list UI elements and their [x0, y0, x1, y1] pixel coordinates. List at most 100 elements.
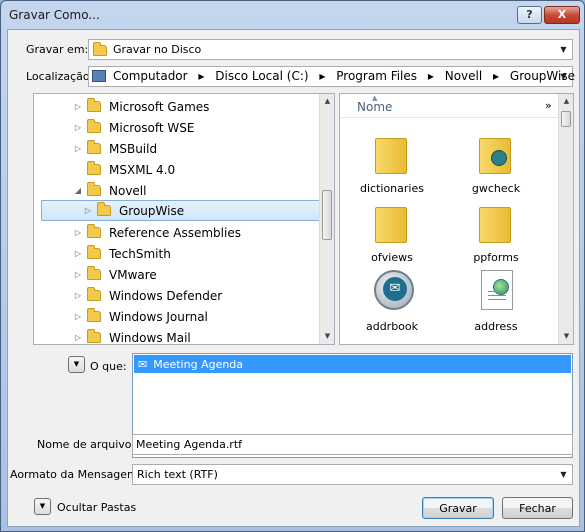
tree-item-label: MSXML 4.0	[109, 162, 176, 177]
tree-item[interactable]: ◢ Novell	[34, 180, 314, 201]
chevron-right-icon[interactable]: ▸	[198, 69, 204, 83]
chevron-down-icon[interactable]: ▼	[555, 40, 572, 59]
envelope-icon: ✉	[138, 357, 148, 371]
file-item-label: ppforms	[473, 251, 519, 264]
folder-tree: ▷ Microsoft Games ▷ Microsoft WSE ▷ MSBu…	[33, 93, 335, 345]
tree-item[interactable]: ▷ Microsoft Games	[34, 96, 314, 117]
tree-item-selected[interactable]: ▷ GroupWise	[41, 200, 325, 221]
filename-input[interactable]: Meeting Agenda.rtf	[132, 434, 573, 455]
folder-disc-icon	[475, 128, 517, 176]
save-button[interactable]: Gravar	[422, 497, 494, 519]
expand-icon[interactable]: ▷	[71, 102, 85, 111]
folder-icon	[87, 308, 101, 322]
scroll-up-icon[interactable]: ▲	[320, 94, 334, 109]
tree-item-label: Windows Mail	[109, 330, 191, 345]
scroll-thumb[interactable]	[561, 111, 571, 127]
folder-icon	[87, 329, 101, 343]
tree-item[interactable]: ▷ Windows Journal	[34, 306, 314, 327]
tree-item-label: Windows Defender	[109, 288, 223, 303]
scroll-down-icon[interactable]: ▼	[559, 329, 573, 344]
dialog-body: Gravar em: Gravar no Disco ▼ Localização…	[7, 29, 580, 527]
expand-icon[interactable]: ▷	[71, 249, 85, 258]
more-columns-icon[interactable]: »	[545, 99, 552, 112]
folder-icon	[87, 224, 101, 238]
tree-item[interactable]: ▷ Windows Defender	[34, 285, 314, 306]
chevron-down-icon[interactable]: ▼	[555, 67, 572, 86]
what-label: O que:	[90, 360, 127, 373]
what-toggle-button[interactable]: ▼	[68, 356, 85, 373]
folder-icon	[87, 182, 101, 196]
tree-item[interactable]: ▷ Windows Mail	[34, 327, 314, 345]
hide-folders-toggle[interactable]: ▼	[34, 498, 51, 515]
title-bar[interactable]: Gravar Como... ? X	[1, 1, 584, 29]
chevron-right-icon[interactable]: ▸	[493, 69, 499, 83]
save-as-dialog: Gravar Como... ? X Gravar em: Gravar no …	[0, 0, 585, 532]
what-item-label: Meeting Agenda	[153, 357, 244, 371]
addrbook-icon	[371, 266, 414, 314]
tree-item[interactable]: ▷ Reference Assemblies	[34, 222, 314, 243]
expand-icon[interactable]: ▷	[71, 333, 85, 342]
filename-label: Nome de arquivo:	[37, 438, 136, 451]
expand-icon[interactable]: ▷	[71, 312, 85, 321]
scroll-down-icon[interactable]: ▼	[320, 329, 334, 344]
chevron-right-icon[interactable]: ▸	[319, 69, 325, 83]
file-view: Nome ▲ » dictionaries gwcheck ofviews pp…	[339, 93, 574, 345]
tree-item-label: TechSmith	[109, 246, 171, 261]
tree-item[interactable]: ▷ TechSmith	[34, 243, 314, 264]
breadcrumb-item[interactable]: Novell	[445, 69, 482, 83]
chevron-down-icon: ▼	[73, 360, 80, 368]
sort-up-icon: ▲	[372, 94, 378, 102]
files-scrollbar[interactable]: ▲ ▼	[558, 94, 573, 344]
chevron-down-icon[interactable]: ▼	[555, 465, 572, 484]
save-in-dropdown[interactable]: Gravar no Disco ▼	[88, 39, 573, 60]
expand-icon[interactable]: ▷	[71, 123, 85, 132]
scroll-up-icon[interactable]: ▲	[559, 94, 573, 109]
scroll-thumb[interactable]	[322, 190, 332, 240]
format-label: Aormato da Mensagem:	[10, 468, 142, 481]
tree-item[interactable]: ▷ Microsoft WSE	[34, 117, 314, 138]
column-header-row: Nome ▲ »	[340, 94, 559, 118]
expand-icon[interactable]: ▷	[81, 206, 95, 215]
file-item[interactable]: addrbook	[347, 266, 437, 333]
folder-icon	[87, 119, 101, 133]
breadcrumb-item[interactable]: Program Files	[336, 69, 417, 83]
breadcrumb-item[interactable]: Computador	[113, 69, 188, 83]
window-title: Gravar Como...	[9, 8, 100, 22]
tree-item[interactable]: ▷ VMware	[34, 264, 314, 285]
breadcrumb: Computador ▸ Disco Local (C:) ▸ Program …	[113, 69, 585, 83]
computer-icon	[92, 70, 106, 82]
collapse-icon[interactable]: ◢	[71, 186, 85, 195]
folder-icon	[371, 197, 413, 245]
column-header-name[interactable]: Nome	[357, 100, 392, 114]
file-item[interactable]: ppforms	[451, 197, 541, 264]
file-item-label: gwcheck	[471, 182, 521, 195]
tree-scrollbar[interactable]: ▲ ▼	[319, 94, 334, 344]
tree-item[interactable]: ▷ MSBuild	[34, 138, 314, 159]
location-label: Localização:	[26, 70, 94, 83]
tree-item-label: GroupWise	[119, 203, 185, 218]
expand-icon[interactable]: ▷	[71, 228, 85, 237]
format-dropdown[interactable]: Rich text (RTF) ▼	[132, 464, 573, 485]
tree-item[interactable]: MSXML 4.0	[34, 159, 314, 180]
close-button[interactable]: Fechar	[502, 497, 573, 519]
expand-icon[interactable]: ▷	[71, 291, 85, 300]
breadcrumb-item[interactable]: Disco Local (C:)	[215, 69, 308, 83]
tree-item-label: MSBuild	[109, 141, 158, 156]
close-window-button[interactable]: X	[544, 6, 580, 24]
tree-item-label: Windows Journal	[109, 309, 208, 324]
folder-icon	[475, 197, 517, 245]
file-item[interactable]: address	[451, 266, 541, 333]
what-list-item[interactable]: ✉ Meeting Agenda	[134, 355, 571, 373]
file-item[interactable]: ofviews	[347, 197, 437, 264]
folder-icon	[87, 161, 101, 175]
help-button[interactable]: ?	[517, 6, 542, 24]
expand-icon[interactable]: ▷	[71, 144, 85, 153]
hide-folders-label[interactable]: Ocultar Pastas	[57, 501, 136, 514]
tree-item-label: Microsoft Games	[109, 99, 210, 114]
location-breadcrumb[interactable]: Computador ▸ Disco Local (C:) ▸ Program …	[88, 66, 575, 87]
expand-icon[interactable]: ▷	[71, 270, 85, 279]
folder-icon	[87, 98, 101, 112]
file-item[interactable]: dictionaries	[347, 128, 437, 195]
file-item[interactable]: gwcheck	[451, 128, 541, 195]
chevron-right-icon[interactable]: ▸	[428, 69, 434, 83]
